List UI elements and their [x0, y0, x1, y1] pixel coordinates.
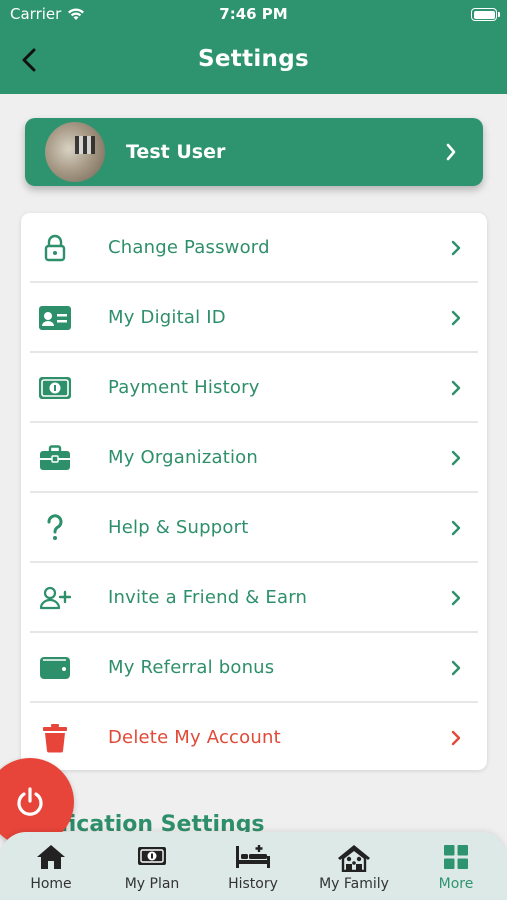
tab-label: My Family — [319, 876, 389, 892]
menu-item-change-password[interactable]: Change Password — [21, 213, 487, 283]
menu-item-invite-friend[interactable]: Invite a Friend & Earn — [21, 563, 487, 633]
home-icon — [0, 844, 102, 872]
tab-history[interactable]: History — [202, 832, 304, 900]
trash-icon — [37, 720, 73, 756]
chevron-right-icon — [446, 143, 456, 161]
briefcase-icon — [37, 440, 73, 476]
settings-menu: Change Password My Digital ID Payment Hi… — [21, 213, 487, 770]
tab-label: My Plan — [124, 876, 180, 892]
tab-label: More — [438, 876, 474, 892]
chevron-right-icon — [451, 450, 461, 466]
menu-item-label: Invite a Friend & Earn — [108, 587, 308, 608]
family-home-icon — [303, 844, 405, 872]
chevron-right-icon — [451, 590, 461, 606]
menu-item-delete-account[interactable]: Delete My Account — [21, 703, 487, 772]
chevron-right-icon — [451, 380, 461, 396]
avatar — [45, 122, 105, 182]
battery-icon — [471, 8, 500, 21]
tab-label: Home — [30, 876, 72, 892]
status-bar: Carrier 7:46 PM — [0, 0, 507, 30]
id-card-icon — [37, 300, 73, 336]
menu-item-referral-bonus[interactable]: My Referral bonus — [21, 633, 487, 703]
tab-more[interactable]: More — [405, 832, 507, 900]
lock-icon — [37, 230, 73, 266]
menu-item-label: Payment History — [108, 377, 260, 398]
menu-item-digital-id[interactable]: My Digital ID — [21, 283, 487, 353]
tab-my-plan[interactable]: My Plan — [101, 832, 203, 900]
menu-item-label: My Referral bonus — [108, 657, 275, 678]
menu-item-payment-history[interactable]: Payment History — [21, 353, 487, 423]
money-bill-icon — [101, 844, 203, 872]
chevron-right-icon — [451, 240, 461, 256]
menu-item-help-support[interactable]: Help & Support — [21, 493, 487, 563]
chevron-right-icon — [451, 310, 461, 326]
menu-item-label: My Organization — [108, 447, 258, 468]
power-icon — [17, 787, 43, 816]
menu-item-label: Delete My Account — [108, 727, 281, 748]
bed-icon — [202, 844, 304, 872]
question-icon — [37, 510, 73, 546]
menu-item-my-organization[interactable]: My Organization — [21, 423, 487, 493]
profile-card[interactable]: Test User — [25, 118, 483, 186]
menu-item-label: Change Password — [108, 237, 270, 258]
tab-home[interactable]: Home — [0, 832, 102, 900]
tab-bar: Home My Plan History My Family More — [0, 832, 507, 900]
page-title: Settings — [198, 46, 309, 72]
menu-item-label: My Digital ID — [108, 307, 226, 328]
wallet-icon — [37, 650, 73, 686]
tab-my-family[interactable]: My Family — [303, 832, 405, 900]
profile-name: Test User — [126, 141, 226, 163]
user-plus-icon — [37, 580, 73, 616]
header: Settings — [0, 30, 507, 94]
money-bill-icon — [37, 370, 73, 406]
menu-item-label: Help & Support — [108, 517, 249, 538]
chevron-right-icon — [451, 520, 461, 536]
chevron-right-icon — [451, 730, 461, 746]
status-time: 7:46 PM — [219, 5, 288, 23]
tab-label: History — [228, 876, 278, 892]
chevron-right-icon — [451, 660, 461, 676]
grid-icon — [405, 844, 507, 872]
